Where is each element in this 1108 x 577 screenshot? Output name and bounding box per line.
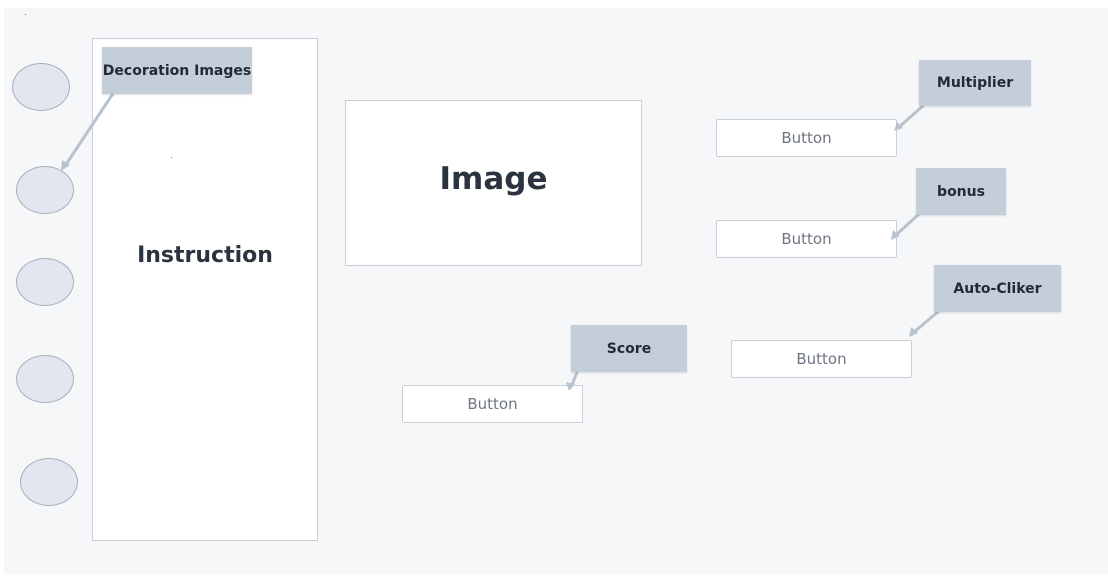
decoration-image-2 (16, 166, 74, 214)
decoration-image-3 (16, 258, 74, 306)
decoration-image-4 (16, 355, 74, 403)
image-title: Image (439, 161, 548, 197)
auto-clicker-button[interactable]: Button (731, 340, 912, 378)
score-button[interactable]: Button (402, 385, 583, 423)
bonus-button[interactable]: Button (716, 220, 897, 258)
auto-clicker-note: Auto-Cliker (934, 265, 1061, 312)
score-note: Score (571, 325, 687, 372)
instruction-title: Instruction (137, 243, 273, 268)
stray-dot (171, 157, 172, 158)
instruction-panel: Instruction (92, 38, 318, 541)
decoration-images-note: Decoration Images (102, 47, 252, 94)
multiplier-note: Multiplier (919, 60, 1031, 106)
decoration-image-1 (12, 63, 70, 111)
stray-dot (25, 14, 26, 15)
bonus-note: bonus (916, 168, 1006, 215)
decoration-image-5 (20, 458, 78, 506)
multiplier-button[interactable]: Button (716, 119, 897, 157)
image-placeholder: Image (345, 100, 642, 266)
